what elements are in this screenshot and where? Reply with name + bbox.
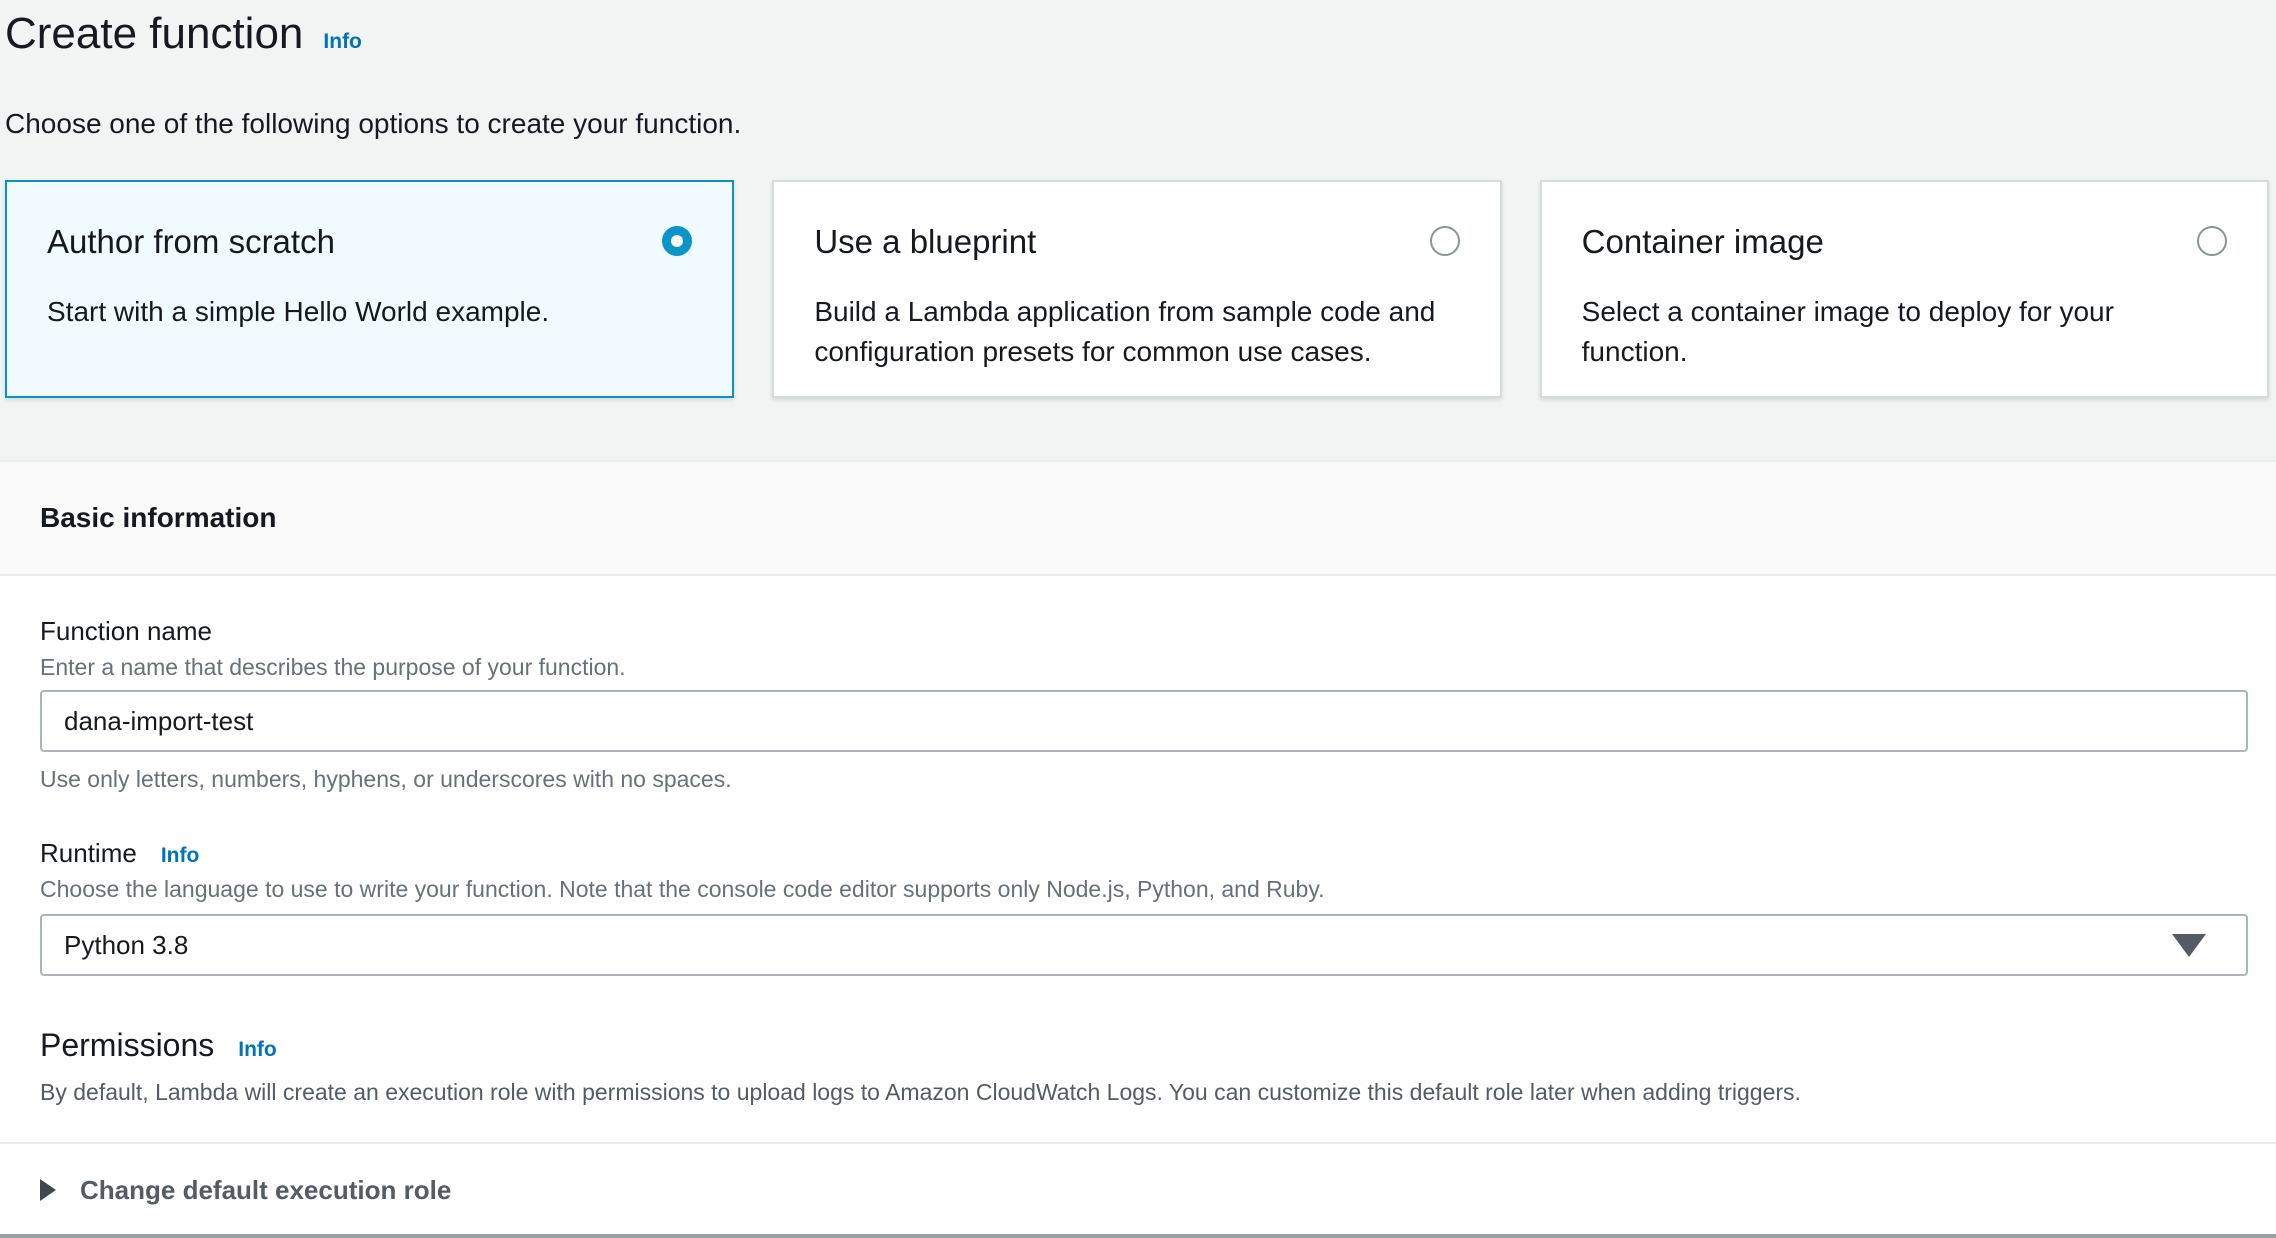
runtime-selected-value: Python 3.8 — [64, 930, 188, 961]
function-name-input[interactable] — [40, 690, 2248, 752]
card-title-row: Author from scratch — [47, 222, 692, 262]
title-info-link[interactable]: Info — [323, 30, 361, 54]
card-title-row: Use a blueprint — [814, 222, 1459, 262]
triangle-right-icon — [40, 1179, 56, 1201]
page-subtitle: Choose one of the following options to c… — [5, 108, 2269, 140]
card-title: Container image — [1582, 222, 1824, 262]
card-description: Build a Lambda application from sample c… — [814, 292, 1459, 372]
function-name-constraint: Use only letters, numbers, hyphens, or u… — [40, 766, 2248, 792]
card-title-row: Container image — [1582, 222, 2227, 262]
caret-down-icon — [2172, 934, 2206, 957]
radio-unselected-icon[interactable] — [2197, 226, 2227, 256]
basic-information-panel: Function name Enter a name that describe… — [0, 576, 2276, 1238]
card-title: Use a blueprint — [814, 222, 1036, 262]
title-row: Create function Info — [5, 6, 2269, 62]
runtime-info-link[interactable]: Info — [161, 844, 199, 868]
option-card-use-a-blueprint[interactable]: Use a blueprint Build a Lambda applicati… — [772, 180, 1501, 398]
divider — [0, 1142, 2276, 1144]
permissions-info-link[interactable]: Info — [238, 1038, 276, 1062]
creation-option-cards: Author from scratch Start with a simple … — [5, 180, 2269, 398]
runtime-help: Choose the language to use to write your… — [40, 876, 2248, 902]
radio-selected-icon[interactable] — [662, 226, 692, 256]
function-name-field-group: Function name Enter a name that describe… — [40, 616, 2248, 792]
basic-information-heading: Basic information — [40, 502, 276, 534]
permissions-heading: Permissions — [40, 1026, 214, 1064]
permissions-section: Permissions Info By default, Lambda will… — [40, 1026, 2248, 1106]
runtime-label: Runtime — [40, 838, 137, 868]
card-title: Author from scratch — [47, 222, 335, 262]
runtime-label-row: Runtime Info — [40, 838, 2248, 868]
change-default-execution-role-toggle[interactable]: Change default execution role — [40, 1174, 451, 1206]
card-description: Start with a simple Hello World example. — [47, 292, 692, 332]
change-default-execution-role-label: Change default execution role — [80, 1174, 451, 1206]
option-card-author-from-scratch[interactable]: Author from scratch Start with a simple … — [5, 180, 734, 398]
basic-information-header: Basic information — [0, 460, 2276, 576]
permissions-description: By default, Lambda will create an execut… — [40, 1078, 2248, 1106]
option-card-container-image[interactable]: Container image Select a container image… — [1540, 180, 2269, 398]
runtime-field-group: Runtime Info Choose the language to use … — [40, 838, 2248, 976]
function-name-label: Function name — [40, 616, 2248, 646]
page-header: Create function Info Choose one of the f… — [0, 0, 2276, 460]
page-title: Create function — [5, 6, 303, 62]
function-name-help: Enter a name that describes the purpose … — [40, 654, 2248, 680]
permissions-heading-row: Permissions Info — [40, 1026, 2248, 1064]
card-description: Select a container image to deploy for y… — [1582, 292, 2227, 372]
spacer — [5, 398, 2269, 460]
runtime-select[interactable]: Python 3.8 — [40, 914, 2248, 976]
radio-unselected-icon[interactable] — [1430, 226, 1460, 256]
